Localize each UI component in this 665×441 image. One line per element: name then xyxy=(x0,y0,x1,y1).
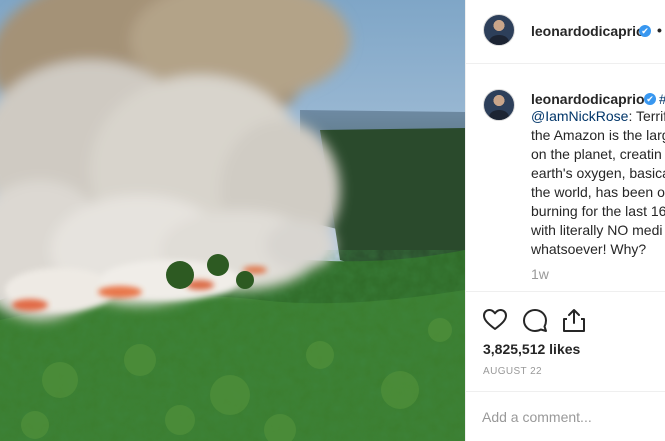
caption-hashtag[interactable]: # xyxy=(659,91,665,107)
post-image[interactable] xyxy=(0,0,465,441)
caption-line: whatsoever! Why? xyxy=(531,241,647,257)
caption-line: @IamNickRose: Terrify xyxy=(531,107,665,126)
comment-input[interactable] xyxy=(482,406,662,428)
caption-mention[interactable]: @IamNickRose xyxy=(531,108,628,124)
heart-icon[interactable] xyxy=(482,307,508,333)
comment-icon[interactable] xyxy=(522,307,548,333)
more-options-icon[interactable]: • xyxy=(657,22,662,38)
caption-line: with literally NO medi xyxy=(531,222,663,238)
post-header: leonardodicaprio ✔ • xyxy=(466,0,665,64)
likes-count[interactable]: 3,825,512 likes xyxy=(483,341,580,357)
share-icon[interactable] xyxy=(561,307,587,333)
caption-verified-badge-icon: ✔ xyxy=(644,93,656,105)
forest-fire-photo xyxy=(0,0,465,441)
post-side-panel: leonardodicaprio ✔ • leonardodicaprio ✔ … xyxy=(465,0,665,441)
caption-text: @IamNickRose: Terrify the Amazon is the … xyxy=(531,107,665,259)
avatar[interactable] xyxy=(483,14,515,46)
post-username[interactable]: leonardodicaprio xyxy=(531,23,645,39)
post-date[interactable]: AUGUST 22 xyxy=(483,366,542,377)
caption-avatar[interactable] xyxy=(483,89,515,121)
post-time-ago[interactable]: 1w xyxy=(531,266,549,282)
caption-line: the Amazon is the larg xyxy=(531,127,665,143)
caption-line: on the planet, creatin xyxy=(531,146,662,162)
verified-badge-icon: ✔ xyxy=(639,25,651,37)
caption-line: the world, has been o xyxy=(531,184,665,200)
caption-line: burning for the last 16 xyxy=(531,203,665,219)
caption-line: earth's oxygen, basica xyxy=(531,165,665,181)
caption-username[interactable]: leonardodicaprio xyxy=(531,91,645,107)
caption-line-text: : Terrify xyxy=(628,108,665,124)
comment-form xyxy=(466,391,665,441)
